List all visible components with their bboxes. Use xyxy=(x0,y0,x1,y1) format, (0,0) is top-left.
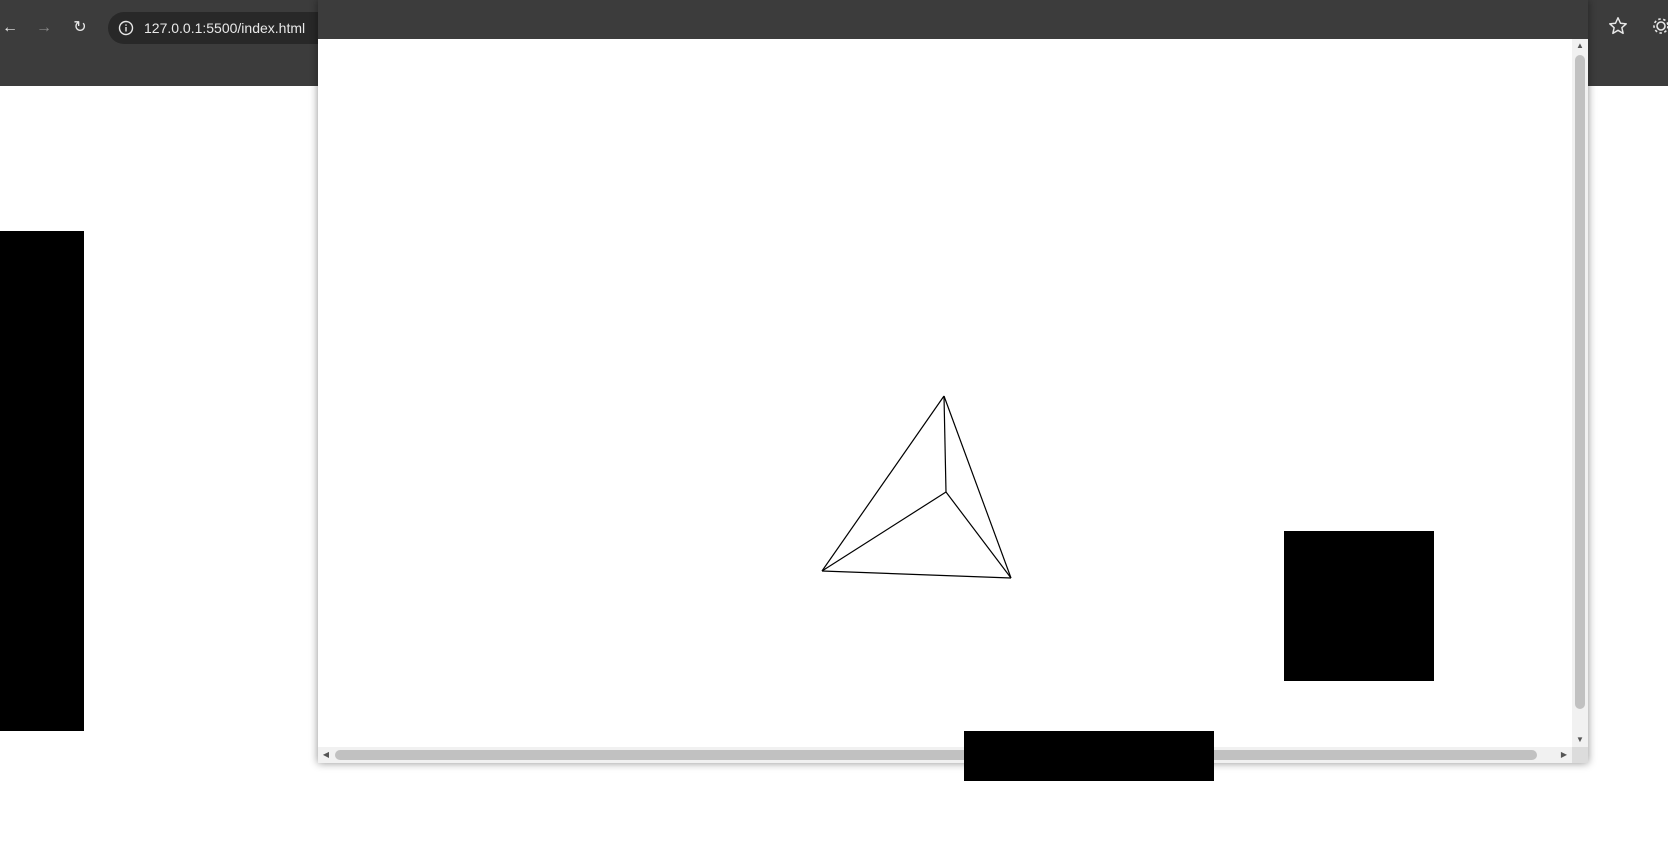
tetra-edge xyxy=(943,395,947,493)
popup-window: ▲ ▼ ◀ ▶ xyxy=(318,0,1588,763)
black-rectangle-bottom xyxy=(964,731,1214,781)
horizontal-scrollbar[interactable]: ◀ ▶ xyxy=(318,747,1572,763)
arrow-left-icon: ← xyxy=(2,19,18,36)
url-text[interactable]: 127.0.0.1:5500/index.html xyxy=(144,12,305,44)
horizontal-scroll-thumb[interactable] xyxy=(335,750,1537,760)
black-rectangle-left xyxy=(0,231,84,731)
info-icon[interactable] xyxy=(118,20,134,36)
tetra-edge xyxy=(821,491,947,572)
star-icon[interactable] xyxy=(1607,15,1629,37)
tetra-edge xyxy=(821,395,945,572)
tetra-edge xyxy=(821,570,1012,579)
vertical-scroll-thumb[interactable] xyxy=(1575,55,1585,709)
tetra-edge xyxy=(945,491,1012,579)
scroll-up-icon[interactable]: ▲ xyxy=(1572,39,1588,53)
reload-icon: ↻ xyxy=(73,19,87,36)
gear-icon[interactable] xyxy=(1652,17,1668,35)
arrow-right-icon: → xyxy=(36,19,52,36)
black-square xyxy=(1284,531,1434,681)
tetra-edge xyxy=(943,395,1012,579)
scroll-right-icon[interactable]: ▶ xyxy=(1557,747,1571,763)
scroll-left-icon[interactable]: ◀ xyxy=(319,747,333,763)
scrollbar-corner xyxy=(1572,747,1588,763)
canvas-area xyxy=(318,39,1572,747)
popup-titlebar[interactable] xyxy=(318,0,1588,39)
reload-button[interactable]: ↻ xyxy=(68,16,92,40)
scroll-down-icon[interactable]: ▼ xyxy=(1572,733,1588,747)
vertical-scrollbar[interactable]: ▲ ▼ xyxy=(1572,39,1588,747)
forward-button[interactable]: → xyxy=(32,16,56,40)
back-button[interactable]: ← xyxy=(0,16,22,40)
